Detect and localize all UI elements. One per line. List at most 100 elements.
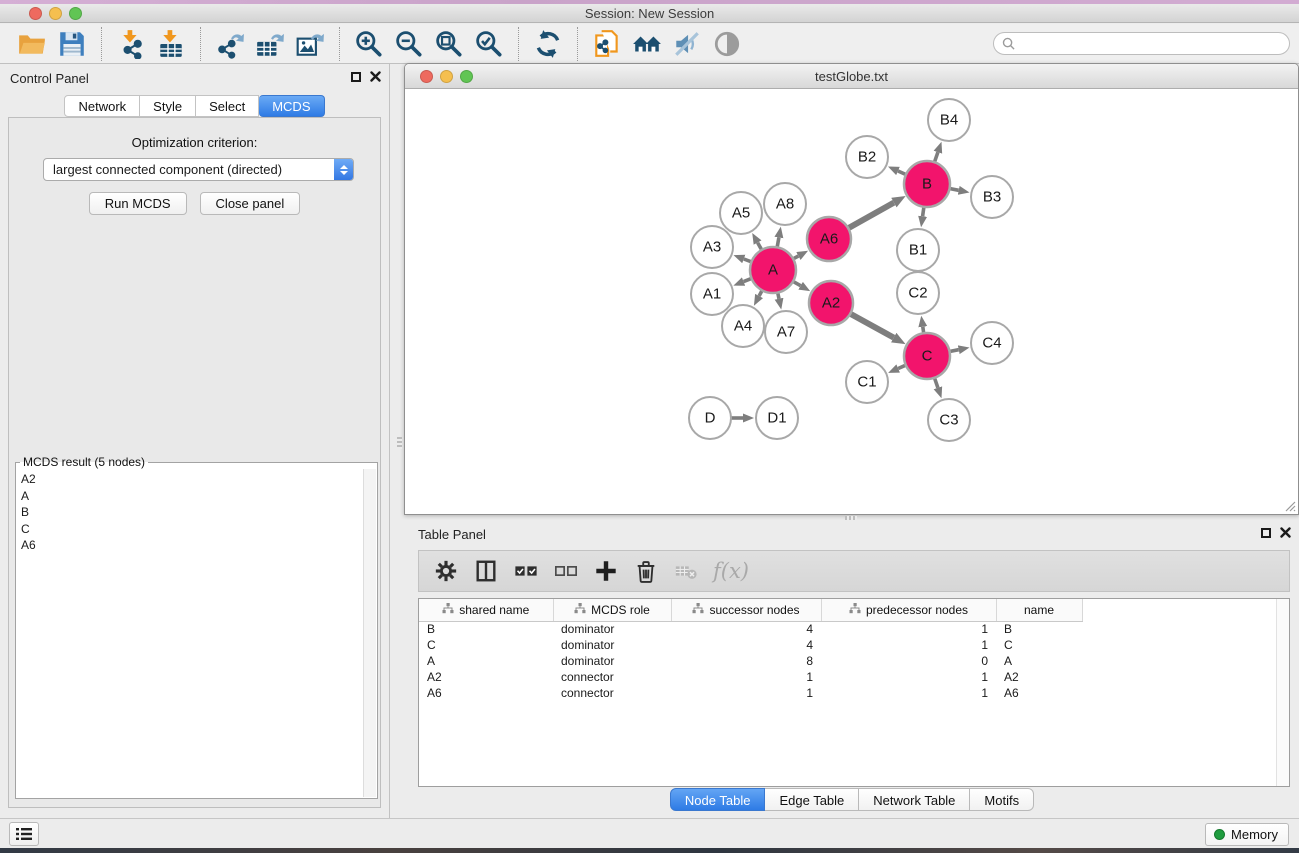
network-canvas[interactable]: ABCA6A2A1A3A4A5A7A8B1B2B3B4C1C2C3C4DD1 — [405, 90, 1298, 514]
optimization-criterion-dropdown[interactable]: largest connected component (directed) — [43, 158, 354, 181]
cell-MCDS-role[interactable]: dominator — [553, 637, 671, 653]
node-B4[interactable]: B4 — [928, 99, 970, 141]
mcds-result-list[interactable]: A2ABCA6 — [17, 469, 363, 797]
search-input[interactable] — [1020, 36, 1281, 51]
zoom-in-button[interactable] — [349, 26, 389, 62]
select-all-button[interactable] — [509, 554, 543, 588]
panel-divider-grip[interactable] — [397, 437, 402, 449]
node-A2[interactable]: A2 — [809, 281, 853, 325]
panel-menu-button[interactable] — [9, 822, 39, 846]
cell-successor-nodes[interactable]: 8 — [671, 653, 821, 669]
node-A[interactable]: A — [750, 247, 796, 293]
export-network-button[interactable] — [210, 26, 250, 62]
table-row[interactable]: Cdominator41C — [419, 637, 1289, 653]
column-header-MCDS-role[interactable]: MCDS role — [553, 599, 671, 621]
result-list-item[interactable]: C — [21, 521, 363, 538]
node-A5[interactable]: A5 — [720, 192, 762, 234]
zoom-window-button[interactable] — [69, 7, 82, 20]
search-field[interactable] — [993, 32, 1290, 55]
column-selector-button[interactable] — [469, 554, 503, 588]
zoom-fit-button[interactable] — [429, 26, 469, 62]
node-D1[interactable]: D1 — [756, 397, 798, 439]
column-header-successor-nodes[interactable]: successor nodes — [671, 599, 821, 621]
export-table-button[interactable] — [250, 26, 290, 62]
function-builder-button[interactable]: f(x) — [713, 559, 749, 583]
tab-motifs[interactable]: Motifs — [970, 788, 1034, 811]
zoom-out-button[interactable] — [389, 26, 429, 62]
cell-name[interactable]: A6 — [996, 685, 1082, 701]
node-C2[interactable]: C2 — [897, 272, 939, 314]
column-header-name[interactable]: name — [996, 599, 1082, 621]
node-A4[interactable]: A4 — [722, 305, 764, 347]
titlebar[interactable]: Session: New Session — [0, 4, 1299, 23]
tab-select[interactable]: Select — [196, 95, 259, 117]
edge-A2-C[interactable] — [849, 313, 894, 338]
node-B2[interactable]: B2 — [846, 136, 888, 178]
run-mcds-button[interactable]: Run MCDS — [89, 192, 187, 215]
result-list-scrollbar[interactable] — [363, 469, 376, 797]
node-D[interactable]: D — [689, 397, 731, 439]
cell-predecessor-nodes[interactable]: 1 — [821, 669, 996, 685]
float-panel-icon[interactable] — [1261, 528, 1271, 538]
cell-shared-name[interactable]: B — [419, 621, 553, 637]
cell-successor-nodes[interactable]: 4 — [671, 637, 821, 653]
tab-style[interactable]: Style — [140, 95, 196, 117]
show-graphics-button[interactable] — [707, 26, 747, 62]
cell-shared-name[interactable]: C — [419, 637, 553, 653]
delete-row-button[interactable] — [629, 554, 663, 588]
tab-network-table[interactable]: Network Table — [859, 788, 970, 811]
add-row-button[interactable] — [589, 554, 623, 588]
node-C1[interactable]: C1 — [846, 361, 888, 403]
tab-network[interactable]: Network — [64, 95, 140, 117]
close-panel-button[interactable]: Close panel — [200, 192, 301, 215]
tab-edge-table[interactable]: Edge Table — [765, 788, 859, 811]
import-table-button[interactable] — [151, 26, 191, 62]
node-B3[interactable]: B3 — [971, 176, 1013, 218]
cell-MCDS-role[interactable]: connector — [553, 669, 671, 685]
network-graph[interactable]: ABCA6A2A1A3A4A5A7A8B1B2B3B4C1C2C3C4DD1 — [405, 90, 1298, 514]
cell-name[interactable]: A — [996, 653, 1082, 669]
node-B1[interactable]: B1 — [897, 229, 939, 271]
cell-successor-nodes[interactable]: 1 — [671, 669, 821, 685]
cell-shared-name[interactable]: A — [419, 653, 553, 669]
minimize-window-button[interactable] — [49, 7, 62, 20]
memory-button[interactable]: Memory — [1205, 823, 1289, 846]
node-table[interactable]: shared nameMCDS rolesuccessor nodesprede… — [419, 599, 1289, 701]
cell-name[interactable]: B — [996, 621, 1082, 637]
node-A7[interactable]: A7 — [765, 311, 807, 353]
refresh-button[interactable] — [528, 26, 568, 62]
node-C[interactable]: C — [904, 333, 950, 379]
network-window-titlebar[interactable]: testGlobe.txt — [405, 64, 1298, 89]
result-list-item[interactable]: B — [21, 504, 363, 521]
node-B[interactable]: B — [904, 161, 950, 207]
export-image-button[interactable] — [290, 26, 330, 62]
import-network-button[interactable] — [111, 26, 151, 62]
edge-A6-B[interactable] — [846, 203, 894, 230]
zoom-selected-button[interactable] — [469, 26, 509, 62]
home-button[interactable] — [627, 26, 667, 62]
clone-network-button[interactable] — [587, 26, 627, 62]
table-row[interactable]: A6connector11A6 — [419, 685, 1289, 701]
close-panel-icon[interactable] — [370, 71, 381, 82]
resize-grip-icon[interactable] — [1282, 498, 1296, 512]
tab-mcds[interactable]: MCDS — [259, 95, 324, 117]
result-list-item[interactable]: A2 — [21, 471, 363, 488]
table-scrollbar[interactable] — [1276, 599, 1289, 786]
result-list-item[interactable]: A6 — [21, 537, 363, 554]
column-header-shared-name[interactable]: shared name — [419, 599, 553, 621]
cell-MCDS-role[interactable]: connector — [553, 685, 671, 701]
column-header-predecessor-nodes[interactable]: predecessor nodes — [821, 599, 996, 621]
node-C4[interactable]: C4 — [971, 322, 1013, 364]
hide-graphics-button[interactable] — [667, 26, 707, 62]
deselect-all-button[interactable] — [549, 554, 583, 588]
node-A1[interactable]: A1 — [691, 273, 733, 315]
cell-name[interactable]: A2 — [996, 669, 1082, 685]
cell-predecessor-nodes[interactable]: 1 — [821, 621, 996, 637]
cell-MCDS-role[interactable]: dominator — [553, 621, 671, 637]
network-close-button[interactable] — [420, 70, 433, 83]
float-panel-icon[interactable] — [351, 72, 361, 82]
cell-shared-name[interactable]: A6 — [419, 685, 553, 701]
dropdown-stepper-icon[interactable] — [334, 159, 353, 180]
network-zoom-button[interactable] — [460, 70, 473, 83]
node-A6[interactable]: A6 — [807, 217, 851, 261]
